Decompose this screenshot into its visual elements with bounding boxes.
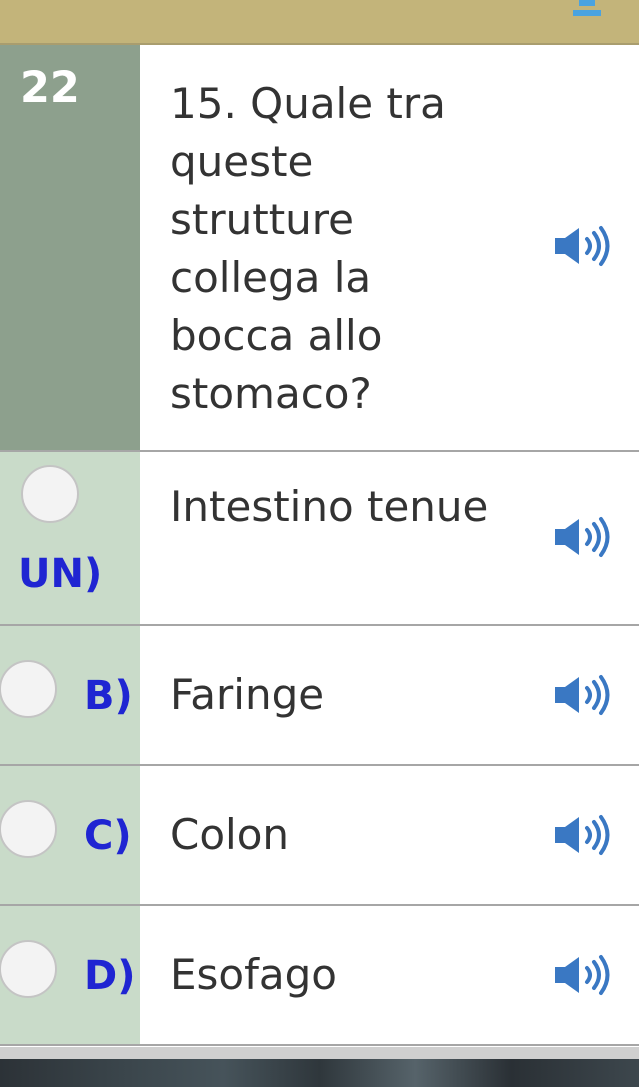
answer-letter-c: C): [84, 813, 132, 859]
answer-radio-b[interactable]: [0, 660, 57, 718]
answer-row-c[interactable]: C) Colon: [0, 766, 639, 906]
answer-text-c: Colon: [170, 810, 290, 859]
speaker-icon[interactable]: [553, 814, 615, 856]
answer-row-b[interactable]: B) Faringe: [0, 626, 639, 766]
answer-text-a: Intestino tenue: [170, 482, 489, 531]
answer-text-b: Faringe: [170, 670, 325, 719]
answer-letter-a: UN): [18, 551, 103, 597]
answer-row-d[interactable]: D) Esofago: [0, 906, 639, 1046]
question-row: 22 15. Quale tra queste strutture colleg…: [0, 45, 639, 452]
answer-radio-d[interactable]: [0, 940, 57, 998]
answer-panel-d: D): [0, 906, 140, 1044]
answer-radio-c[interactable]: [0, 800, 57, 858]
answer-panel-b: B): [0, 626, 140, 764]
speaker-icon[interactable]: [553, 954, 615, 996]
question-number: 22: [20, 63, 80, 113]
answer-row-a[interactable]: UN) Intestino tenue: [0, 452, 639, 626]
answer-letter-b: B): [84, 673, 133, 719]
answer-radio-a[interactable]: [21, 465, 79, 523]
answer-panel-c: C): [0, 766, 140, 904]
bottom-banner: [0, 1047, 639, 1087]
speaker-icon[interactable]: [553, 516, 615, 558]
question-text: 15. Quale tra queste strutture collega l…: [170, 79, 446, 418]
speaker-icon[interactable]: [553, 674, 615, 716]
speaker-icon[interactable]: [553, 225, 615, 267]
pin-icon[interactable]: [570, 0, 604, 18]
answer-text-d: Esofago: [170, 950, 337, 999]
question-number-panel: 22: [0, 45, 140, 450]
answer-panel-a: UN): [0, 452, 140, 624]
top-bar: [0, 0, 639, 45]
answer-letter-d: D): [84, 953, 136, 999]
